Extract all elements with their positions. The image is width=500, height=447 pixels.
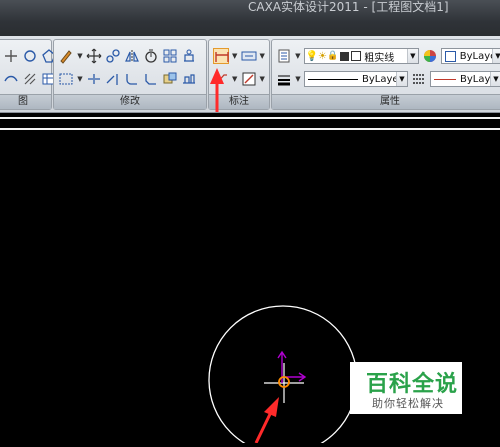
lock-icon: 🔒: [326, 51, 339, 61]
chevron-down-icon[interactable]: ▼: [260, 71, 266, 87]
window-title: CAXA实体设计2011 - [工程图文档1]: [248, 0, 449, 14]
line-color-preview: [434, 78, 456, 80]
group-label-draw: 图: [0, 94, 51, 109]
chevron-down-icon[interactable]: ▼: [232, 71, 238, 87]
chevron-down-icon[interactable]: ▼: [77, 48, 83, 64]
crosshair-cursor: [264, 363, 304, 403]
scale-icon[interactable]: [181, 48, 197, 64]
ribbon: 图 ▼ ▼ 修改 ▼ ▼ ▼ ▼ 标注 ▼ 💡 ☀ 🔒 粗实线 ▼ ByLaye…: [0, 36, 500, 113]
line-weight-icon[interactable]: [276, 71, 292, 87]
chevron-down-icon[interactable]: ▼: [396, 72, 407, 86]
copy-icon[interactable]: [105, 48, 121, 64]
chevron-down-icon[interactable]: ▼: [492, 49, 500, 63]
layer-color-swatch: [351, 51, 362, 61]
group-label-properties: 属性: [272, 94, 500, 109]
group-label-modify: 修改: [54, 94, 206, 109]
chevron-down-icon[interactable]: ▼: [406, 49, 418, 63]
ribbon-group-modify: ▼ ▼ 修改: [53, 39, 207, 110]
color-combo[interactable]: ByLayer ▼: [440, 48, 500, 64]
erase-icon[interactable]: [58, 48, 74, 64]
stretch-icon[interactable]: [181, 71, 197, 87]
mirror-icon[interactable]: [124, 48, 140, 64]
color-swatch: [444, 50, 456, 62]
lightbulb-icon: 💡: [305, 50, 319, 62]
drawing-area-top-border-inner: [0, 128, 500, 130]
chamfer-icon[interactable]: [143, 71, 159, 87]
draw-circle-icon[interactable]: [22, 48, 38, 64]
layer-manager-icon[interactable]: [276, 48, 292, 64]
chevron-down-icon[interactable]: ▼: [295, 71, 301, 87]
select-window-icon[interactable]: [58, 71, 74, 87]
linestyle-preview: [308, 78, 358, 80]
linear-dimension-icon[interactable]: [213, 48, 229, 64]
axis-x-marker: [284, 372, 307, 382]
extend-icon[interactable]: [105, 71, 121, 87]
watermark-subtitle: 助你轻松解决: [372, 397, 444, 410]
title-bar: CAXA实体设计2011 - [工程图文档1]: [0, 0, 500, 36]
line-color-combo[interactable]: ByLayer ▼: [430, 71, 500, 87]
printer-icon: [340, 51, 350, 61]
draw-ellipse-icon[interactable]: [3, 71, 19, 87]
array-icon[interactable]: [162, 48, 178, 64]
chevron-down-icon[interactable]: ▼: [77, 71, 83, 87]
ribbon-group-properties: ▼ 💡 ☀ 🔒 粗实线 ▼ ByLayer ▼ ▼ ByLayer ▼ ByLa…: [271, 39, 500, 110]
chevron-down-icon[interactable]: ▼: [490, 72, 500, 86]
layer-name: 粗实线: [364, 52, 395, 64]
annotation-arrowhead-cursor: [264, 397, 279, 417]
watermark: 百科全说 助你轻松解决: [350, 362, 462, 414]
text-dimension-icon[interactable]: [241, 48, 257, 64]
explode-icon[interactable]: [162, 71, 178, 87]
chevron-down-icon[interactable]: ▼: [260, 48, 266, 64]
drawing-area-top-border: [0, 117, 500, 119]
dimension-style-icon[interactable]: [241, 71, 257, 87]
chevron-down-icon[interactable]: ▼: [232, 48, 238, 64]
move-icon[interactable]: [86, 48, 102, 64]
sun-icon: ☀: [318, 50, 327, 62]
chevron-down-icon[interactable]: ▼: [295, 48, 301, 64]
draw-line-icon[interactable]: [3, 48, 19, 64]
ribbon-group-draw: 图: [0, 39, 56, 110]
trim-icon[interactable]: [86, 71, 102, 87]
fillet-icon[interactable]: [124, 71, 140, 87]
draw-hatch-icon[interactable]: [22, 71, 38, 87]
linestyle-combo[interactable]: ByLayer ▼: [304, 71, 408, 87]
line-pattern-icon[interactable]: [411, 71, 427, 87]
circle-entity: [208, 305, 358, 447]
layer-combo[interactable]: 💡 ☀ 🔒 粗实线 ▼: [303, 48, 419, 64]
rotate-icon[interactable]: [143, 48, 159, 64]
annotation-arrow-ribbon: [210, 68, 224, 112]
watermark-title: 百科全说: [366, 372, 459, 397]
color-wheel-icon[interactable]: [422, 48, 438, 64]
annotation-arrow-cursor: [254, 409, 274, 444]
